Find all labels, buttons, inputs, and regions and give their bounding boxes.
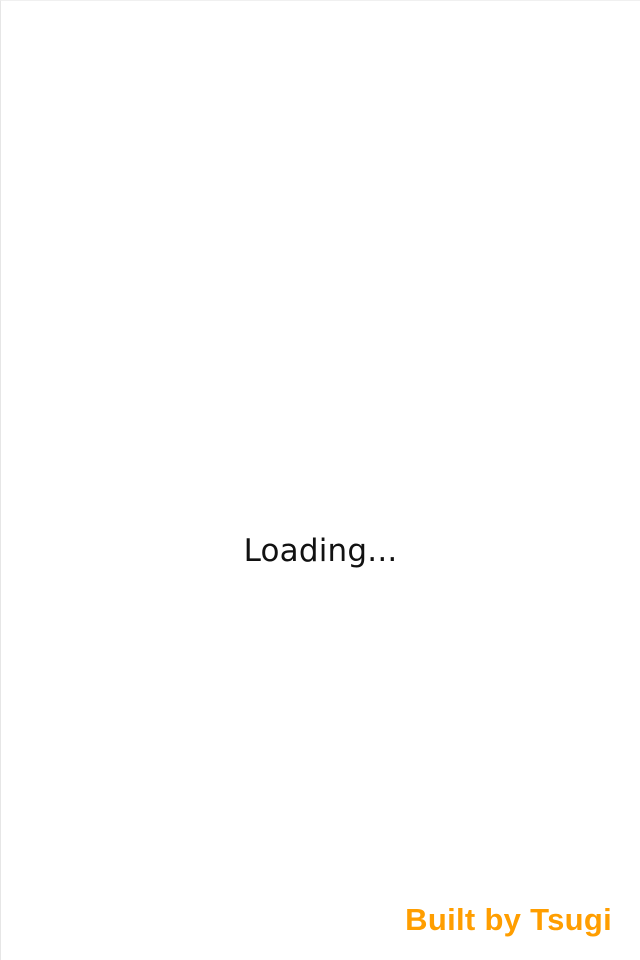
built-by-link[interactable]: Built by Tsugi	[405, 902, 612, 938]
loading-indicator-text: Loading...	[243, 533, 398, 569]
loading-screen: Loading... Built by Tsugi	[0, 0, 640, 960]
